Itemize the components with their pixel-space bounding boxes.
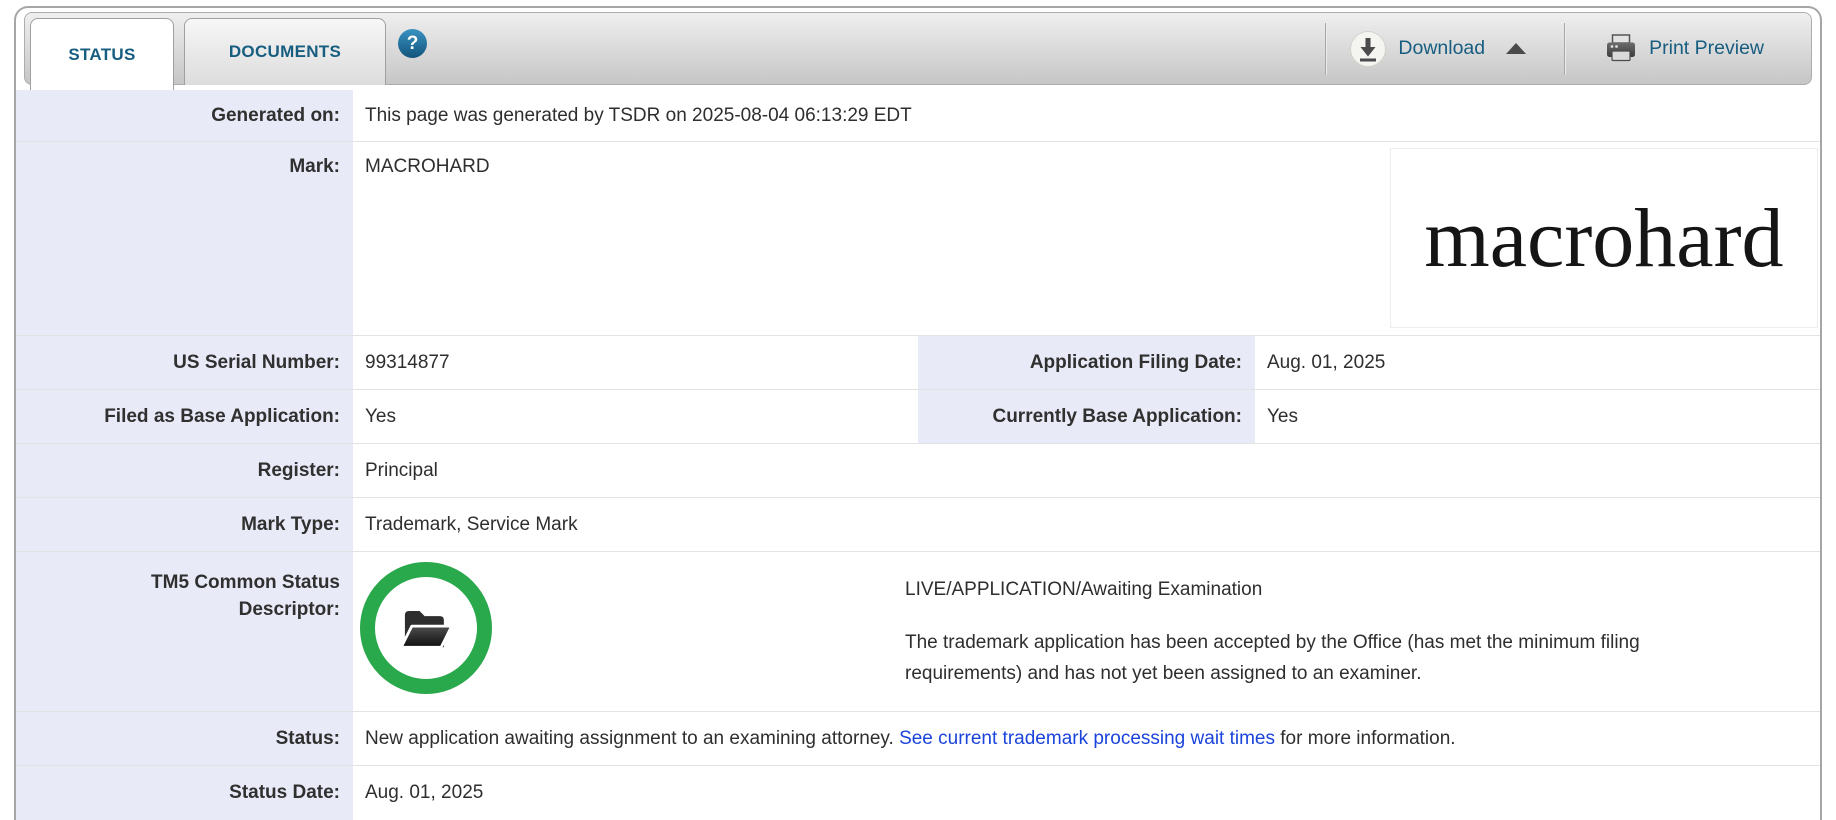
print-preview-button[interactable]: Print Preview — [1604, 33, 1764, 64]
status-date-value: Aug. 01, 2025 — [365, 782, 484, 803]
tm5-status-value: LIVE/APPLICATION/Awaiting Examination — [905, 579, 1263, 600]
status-date-label: Status Date: — [16, 766, 353, 820]
tab-status[interactable]: STATUS — [30, 18, 174, 90]
status-value-text-after: for more information. — [1275, 727, 1456, 749]
printer-icon — [1604, 33, 1638, 64]
field-row-base-application: Filed as Base Application: Yes Currently… — [16, 389, 1820, 443]
toolbar-divider — [1325, 22, 1328, 75]
register-value: Principal — [365, 459, 438, 481]
mark-value-cell: MACROHARD macrohard — [353, 142, 1820, 335]
print-preview-label: Print Preview — [1649, 37, 1764, 59]
processing-wait-times-link[interactable]: See current trademark processing wait ti… — [899, 728, 1275, 750]
mark-image-text: macrohard — [1424, 191, 1784, 285]
mark-value: MACROHARD — [365, 156, 490, 177]
tm5-label-line1: TM5 Common Status — [151, 572, 340, 593]
tm5-icon-cell — [353, 552, 905, 711]
open-folder-icon — [399, 611, 454, 649]
filed-as-base-value: Yes — [365, 405, 396, 427]
status-value-text: New application awaiting assignment to a… — [365, 727, 900, 749]
caret-up-icon — [1506, 43, 1527, 54]
mark-label: Mark: — [16, 142, 353, 335]
tm5-label-line2: Descriptor: — [238, 599, 340, 620]
application-filing-date-value: Aug. 01, 2025 — [1267, 351, 1386, 373]
download-button[interactable]: Download — [1349, 30, 1527, 68]
field-row-status: Status: New application awaiting assignm… — [16, 711, 1820, 765]
tab-documents-label: DOCUMENTS — [228, 42, 342, 61]
field-row-generated-on: Generated on: This page was generated by… — [16, 90, 1820, 141]
tab-status-label: STATUS — [68, 44, 136, 64]
tm5-label: TM5 Common Status Descriptor: — [16, 552, 353, 711]
toolbar-divider — [1564, 22, 1567, 75]
generated-on-value: This page was generated by TSDR on 2025-… — [365, 104, 912, 126]
tm5-live-status-icon — [360, 562, 492, 694]
field-row-mark-type: Mark Type: Trademark, Service Mark — [16, 497, 1820, 551]
field-row-register: Register: Principal — [16, 443, 1820, 497]
register-label: Register: — [16, 444, 353, 497]
generated-on-label: Generated on: — [16, 90, 353, 141]
tm5-status-description: The trademark application has been accep… — [905, 632, 1640, 684]
help-icon-glyph: ? — [406, 32, 419, 54]
status-label: Status: — [16, 712, 353, 765]
application-filing-date-label: Application Filing Date: — [918, 336, 1255, 389]
field-row-status-date: Status Date: Aug. 01, 2025 — [16, 765, 1820, 820]
mark-type-value: Trademark, Service Mark — [365, 513, 578, 535]
tsdr-status-panel: STATUS DOCUMENTS ? Download Print Previe… — [14, 6, 1822, 820]
us-serial-number-label: US Serial Number: — [16, 336, 353, 389]
currently-base-label: Currently Base Application: — [918, 390, 1255, 443]
field-row-serial-filing: US Serial Number: 99314877 Application F… — [16, 335, 1820, 389]
download-label: Download — [1398, 37, 1486, 59]
help-icon[interactable]: ? — [398, 29, 427, 58]
tab-documents[interactable]: DOCUMENTS — [184, 18, 386, 85]
status-value-cell: New application awaiting assignment to a… — [353, 712, 1820, 765]
tm5-text-cell: LIVE/APPLICATION/Awaiting Examination Th… — [905, 552, 1820, 711]
us-serial-number-value: 99314877 — [365, 351, 450, 373]
filed-as-base-label: Filed as Base Application: — [16, 390, 353, 443]
toolbar-actions: Download Print Preview — [1325, 12, 1820, 85]
header: STATUS DOCUMENTS ? Download Print Previe… — [16, 8, 1820, 90]
mark-image: macrohard — [1390, 148, 1818, 328]
download-icon — [1349, 30, 1387, 68]
currently-base-value: Yes — [1267, 405, 1298, 427]
field-row-tm5-status: TM5 Common Status Descriptor: LIVE/APPLI… — [16, 551, 1820, 711]
mark-type-label: Mark Type: — [16, 498, 353, 551]
field-row-mark: Mark: MACROHARD macrohard — [16, 141, 1820, 335]
